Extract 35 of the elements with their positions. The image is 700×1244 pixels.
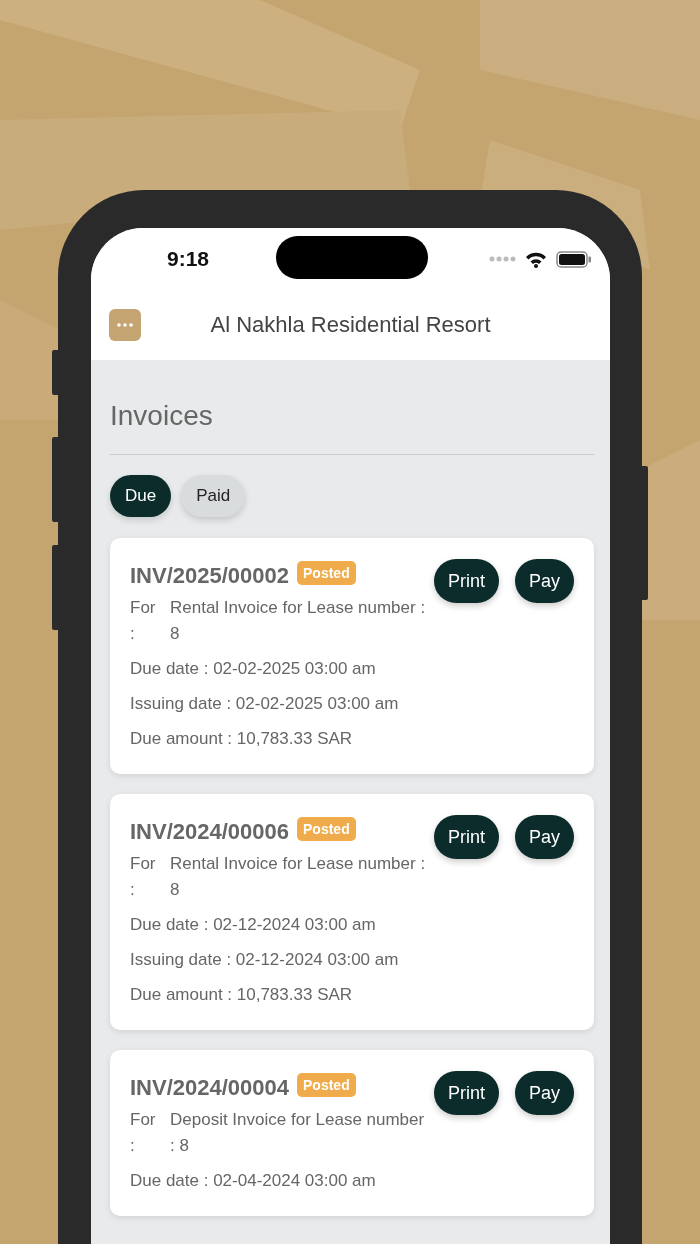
page-title: Invoices xyxy=(110,400,214,432)
signal-icon xyxy=(489,256,516,262)
pay-button[interactable]: Pay xyxy=(514,559,574,603)
field-label: For : xyxy=(130,1109,157,1157)
field-label: For : xyxy=(130,597,157,645)
field-value: Deposit Invoice for Lease number : 8 xyxy=(170,1109,426,1157)
field-label: For : xyxy=(130,853,157,901)
print-button[interactable]: Print xyxy=(433,559,499,603)
print-button[interactable]: Print xyxy=(433,1071,499,1115)
field-text: Issuing date : 02-12-2024 03:00 am xyxy=(130,949,400,971)
invoice-number: INV/2025/00002 xyxy=(130,563,290,589)
invoice-number: INV/2024/00004 xyxy=(130,1075,290,1101)
field-value: Rental Invoice for Lease number : 8 xyxy=(170,853,427,901)
field-text: Due amount : 10,783.33 SAR xyxy=(130,984,354,1006)
field-text: Due date : 02-12-2024 03:00 am xyxy=(130,914,377,936)
wifi-icon xyxy=(525,250,547,268)
field-text: Due amount : 10,783.33 SAR xyxy=(130,728,354,750)
pay-button[interactable]: Pay xyxy=(514,815,574,859)
field-text: Issuing date : 02-02-2025 03:00 am xyxy=(130,693,400,715)
invoice-number: INV/2024/00006 xyxy=(130,819,290,845)
status-badge: Posted xyxy=(297,561,356,585)
print-button[interactable]: Print xyxy=(433,815,499,859)
battery-icon xyxy=(556,250,592,268)
pay-button[interactable]: Pay xyxy=(514,1071,574,1115)
filter-chip[interactable]: Due xyxy=(110,475,172,517)
more-icon xyxy=(117,323,133,327)
filter-chip[interactable]: Paid xyxy=(181,475,246,517)
status-badge: Posted xyxy=(297,817,356,841)
field-text: Due date : 02-04-2024 03:00 am xyxy=(130,1170,377,1192)
status-time: 9:18 xyxy=(167,247,210,271)
app-title: Al Nakhla Residential Resort xyxy=(209,312,492,338)
menu-button[interactable] xyxy=(109,309,141,341)
status-badge: Posted xyxy=(297,1073,356,1097)
field-value: Rental Invoice for Lease number : 8 xyxy=(170,597,427,645)
field-text: Due date : 02-02-2025 03:00 am xyxy=(130,658,377,680)
